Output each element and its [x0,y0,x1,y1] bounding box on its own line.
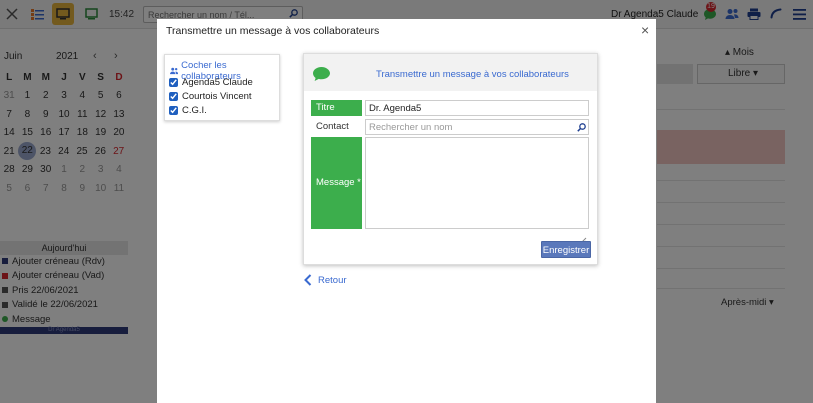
collaborator-checkbox[interactable] [169,78,178,87]
collaborator-name: Courtois Vincent [182,91,252,102]
collaborator-item[interactable]: Courtois Vincent [169,91,252,102]
save-button[interactable]: Enregistrer [541,241,591,258]
search-icon[interactable] [577,123,586,135]
message-form-card: Transmettre un message à vos collaborate… [303,53,598,265]
title-label: Titre [311,100,362,116]
users-icon [170,67,179,75]
message-modal: Transmettre un message à vos collaborate… [157,19,656,403]
modal-title: Transmettre un message à vos collaborate… [166,25,380,37]
chat-bubble-icon [312,66,331,85]
message-textarea[interactable] [365,137,589,229]
collaborator-checkbox[interactable] [169,92,178,101]
collaborator-checkbox[interactable] [169,106,178,115]
title-input[interactable] [365,100,589,116]
chevron-left-icon [304,274,312,286]
collaborators-panel: Cocher les collaborateurs Agenda5 Claude… [164,54,280,121]
app-root: 15:42 Dr Agenda5 Claude 19 Juin 2021 [0,0,813,403]
back-label: Retour [318,274,347,286]
contact-search-input[interactable] [365,119,589,135]
collaborator-item[interactable]: Agenda5 Claude [169,77,253,88]
back-link[interactable]: Retour [304,274,347,286]
close-icon[interactable]: × [641,22,649,38]
card-header: Transmettre un message à vos collaborate… [304,54,597,91]
card-title: Transmettre un message à vos collaborate… [376,69,569,80]
contact-label: Contact [316,121,349,132]
collaborator-item[interactable]: C.G.I. [169,105,207,116]
message-label: Message * [311,137,362,229]
collaborator-name: C.G.I. [182,105,207,116]
collaborator-name: Agenda5 Claude [182,77,253,88]
